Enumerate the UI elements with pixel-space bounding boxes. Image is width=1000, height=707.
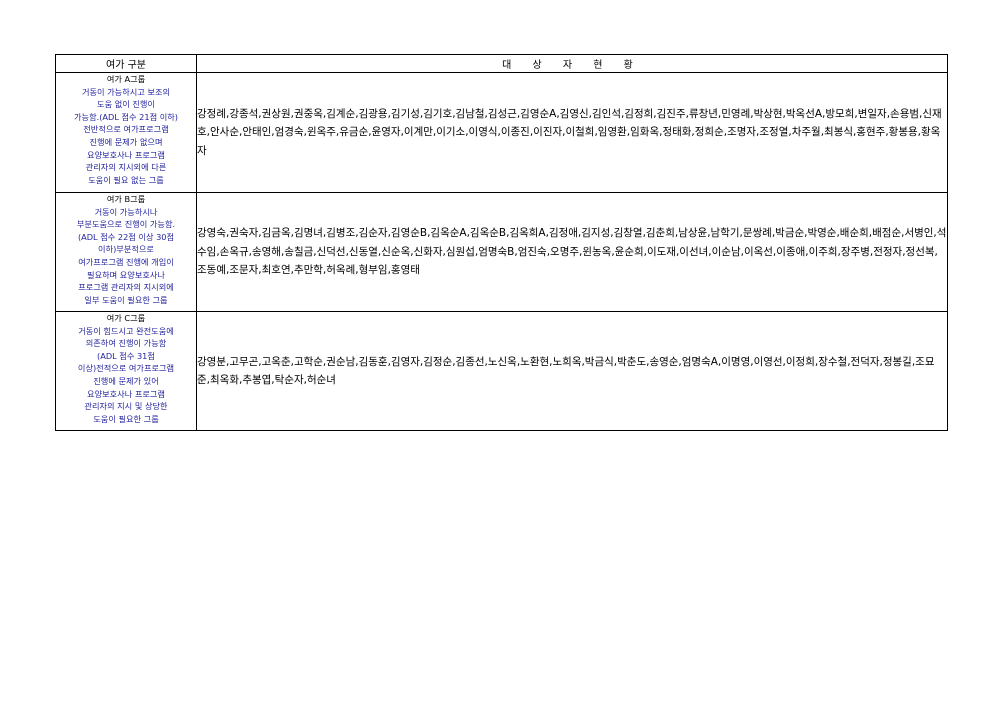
group-name: 여가 B그룹 [106,194,146,204]
participant-names: 강영분,고무곤,고옥춘,고학순,권순남,김동훈,김영자,김정순,김종선,노신옥,… [196,311,948,431]
group-name: 여가 C그룹 [106,313,146,323]
group-cell: 여가 C그룹 거동이 힘드시고 완전도움에 의존하여 진행이 가능함 (ADL … [55,311,197,431]
group-name: 여가 A그룹 [106,74,146,84]
table-row-group-b: 여가 B그룹 거동이 가능하시나 부분도움으로 진행이 가능함. (ADL 점수… [55,192,948,312]
group-cell: 여가 A그룹 거동이 가능하시고 보조의 도움 없이 진행이 가능함.(ADL … [55,72,197,193]
group-description: 거동이 힘드시고 완전도움에 의존하여 진행이 가능함 (ADL 점수 31점 … [77,325,175,424]
header-status: 대 상 자 현 황 [196,54,948,73]
table-row-group-a: 여가 A그룹 거동이 가능하시고 보조의 도움 없이 진행이 가능함.(ADL … [55,72,948,193]
group-cell: 여가 B그룹 거동이 가능하시나 부분도움으로 진행이 가능함. (ADL 점수… [55,192,197,312]
group-description: 거동이 가능하시나 부분도움으로 진행이 가능함. (ADL 점수 22점 이상… [76,206,176,305]
leisure-group-table: 여가 구분 대 상 자 현 황 여가 A그룹 거동이 가능하시고 보조의 도움 … [55,54,948,431]
table-row-group-c: 여가 C그룹 거동이 힘드시고 완전도움에 의존하여 진행이 가능함 (ADL … [55,311,948,431]
document-page: 여가 구분 대 상 자 현 황 여가 A그룹 거동이 가능하시고 보조의 도움 … [0,0,1000,707]
participant-names: 강영숙,권숙자,김금옥,김명녀,김병조,김순자,김영순B,김옥순A,김옥순B,김… [196,192,948,312]
participant-names: 강정례,강종석,권상원,권중옥,김계순,김광용,김기성,김기호,김남철,김성근,… [196,72,948,193]
table-header-row: 여가 구분 대 상 자 현 황 [55,54,948,73]
header-category: 여가 구분 [55,54,197,73]
group-description: 거동이 가능하시고 보조의 도움 없이 진행이 가능함.(ADL 점수 21점 … [74,86,178,185]
